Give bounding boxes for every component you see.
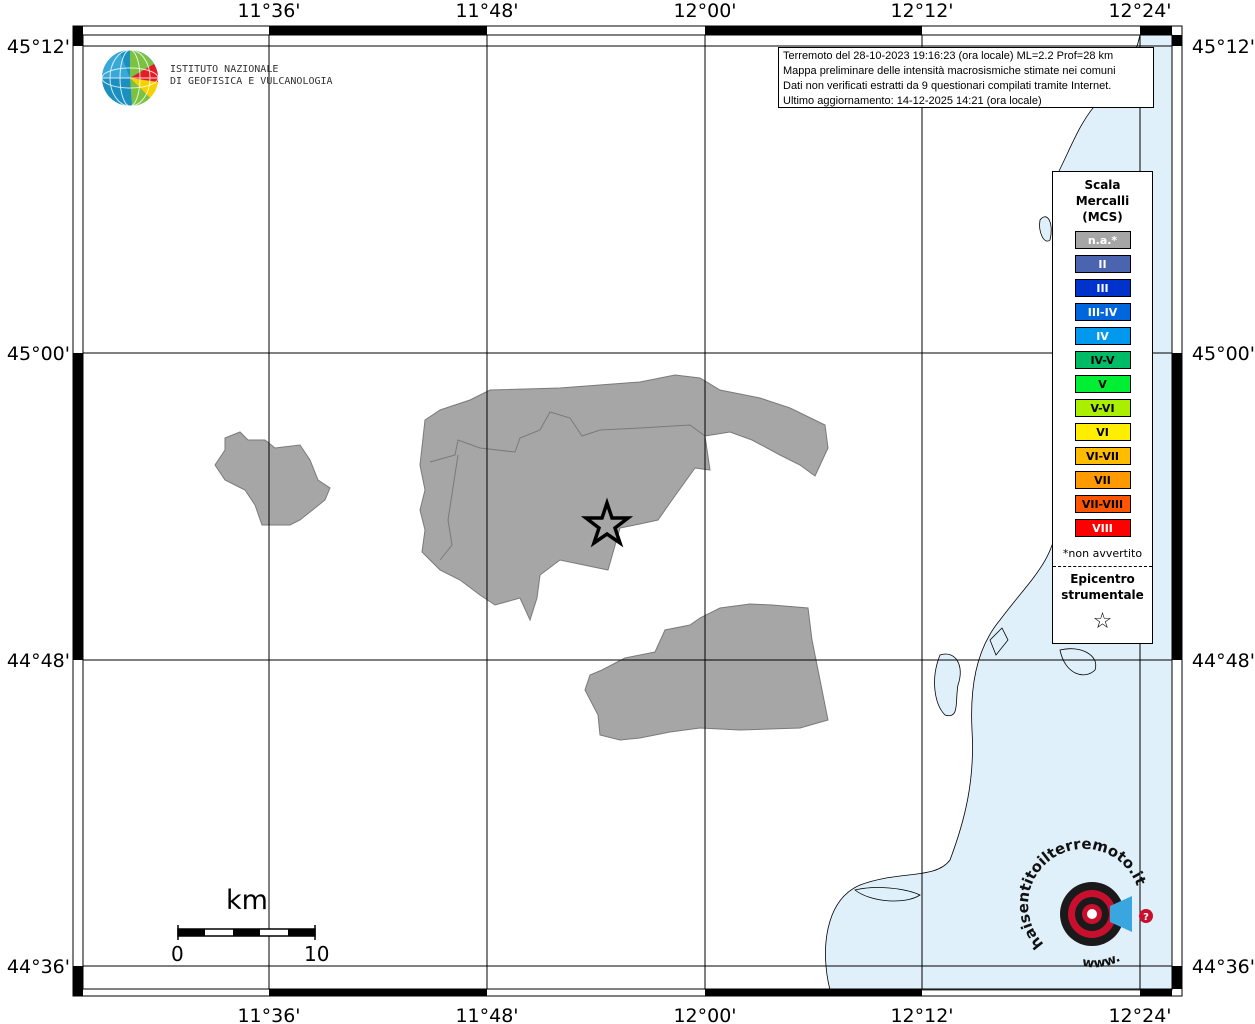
scale-min: 0 xyxy=(171,942,184,966)
lon-label-top: 12°00' xyxy=(673,0,736,22)
legend-item: V-VI xyxy=(1074,399,1131,417)
lat-label-right: 44°48' xyxy=(1192,650,1255,672)
svg-text:?: ? xyxy=(1143,912,1149,923)
lon-label-top: 11°48' xyxy=(455,0,518,22)
felt-area-municipalities xyxy=(214,374,829,741)
legend-items: n.a.* II III III-IV IV IV-V V V-VI VI VI-VII VII VI… xyxy=(1053,231,1152,537)
event-info-box: Terremoto del 28-10-2023 19:16:23 (ora l… xyxy=(778,47,1154,108)
ingv-logo: ISTITUTO NAZIONALE DI GEOFISICA E VULCAN… xyxy=(170,64,333,88)
legend-item: VII xyxy=(1074,471,1131,489)
event-title: Terremoto del 28-10-2023 19:16:23 (ora l… xyxy=(783,50,1114,62)
municipality-west xyxy=(214,431,331,526)
legend-title: Scala Mercalli (MCS) xyxy=(1075,178,1130,224)
logo-line-2: DI GEOFISICA E VULCANOLOGIA xyxy=(170,76,333,87)
lon-label-bottom: 12°00' xyxy=(673,1005,736,1024)
lon-label-bottom: 11°48' xyxy=(455,1005,518,1024)
lat-label-left: 45°12' xyxy=(7,36,70,58)
legend-item: n.a.* xyxy=(1074,231,1131,249)
legend-item: VI-VII xyxy=(1074,447,1131,465)
lon-label-top: 12°12' xyxy=(890,0,953,22)
lat-label-left: 44°36' xyxy=(7,956,70,978)
lat-label-left: 45°00' xyxy=(7,343,70,365)
legend-item: VII-VIII xyxy=(1074,495,1131,513)
legend-note: *non avvertito xyxy=(1062,547,1143,560)
legend-item: III xyxy=(1074,279,1131,297)
lat-label-right: 45°12' xyxy=(1192,36,1255,58)
lat-label-right: 45°00' xyxy=(1192,343,1255,365)
legend-item: VIII xyxy=(1074,519,1131,537)
legend-item: V xyxy=(1074,375,1131,393)
lat-label-right: 44°36' xyxy=(1192,956,1255,978)
logo-line-1: ISTITUTO NAZIONALE xyxy=(170,64,279,75)
legend-separator xyxy=(1053,566,1152,567)
legend-item: II xyxy=(1074,255,1131,273)
municipality-central xyxy=(419,374,829,622)
legend-item: IV xyxy=(1074,327,1131,345)
legend-item: VI xyxy=(1074,423,1131,441)
scale-bar xyxy=(177,925,316,940)
municipality-southeast xyxy=(584,603,829,741)
legend-item: IV-V xyxy=(1074,351,1131,369)
lon-label-bottom: 12°24' xyxy=(1108,1005,1171,1024)
scale-unit: km xyxy=(226,885,268,916)
ingv-globe-icon xyxy=(101,49,159,107)
lon-label-top: 12°24' xyxy=(1108,0,1171,22)
lon-label-bottom: 12°12' xyxy=(890,1005,953,1024)
data-source-note: Dati non verificati estratti da 9 questi… xyxy=(783,80,1112,92)
map-description: Mappa preliminare delle intensità macros… xyxy=(783,65,1116,77)
legend-epicentre: Epicentro strumentale xyxy=(1061,572,1144,602)
legend-star-icon: ☆ xyxy=(1092,609,1113,634)
legend-item: III-IV xyxy=(1074,303,1131,321)
mcs-legend: Scala Mercalli (MCS) n.a.* II III III-IV IV I… xyxy=(1052,171,1153,644)
last-update: Ultimo aggiornamento: 14-12-2025 14:21 (… xyxy=(783,95,1042,107)
lat-label-left: 44°48' xyxy=(7,650,70,672)
scale-max: 10 xyxy=(304,942,330,966)
lon-label-top: 11°36' xyxy=(237,0,300,22)
lon-label-bottom: 11°36' xyxy=(237,1005,300,1024)
